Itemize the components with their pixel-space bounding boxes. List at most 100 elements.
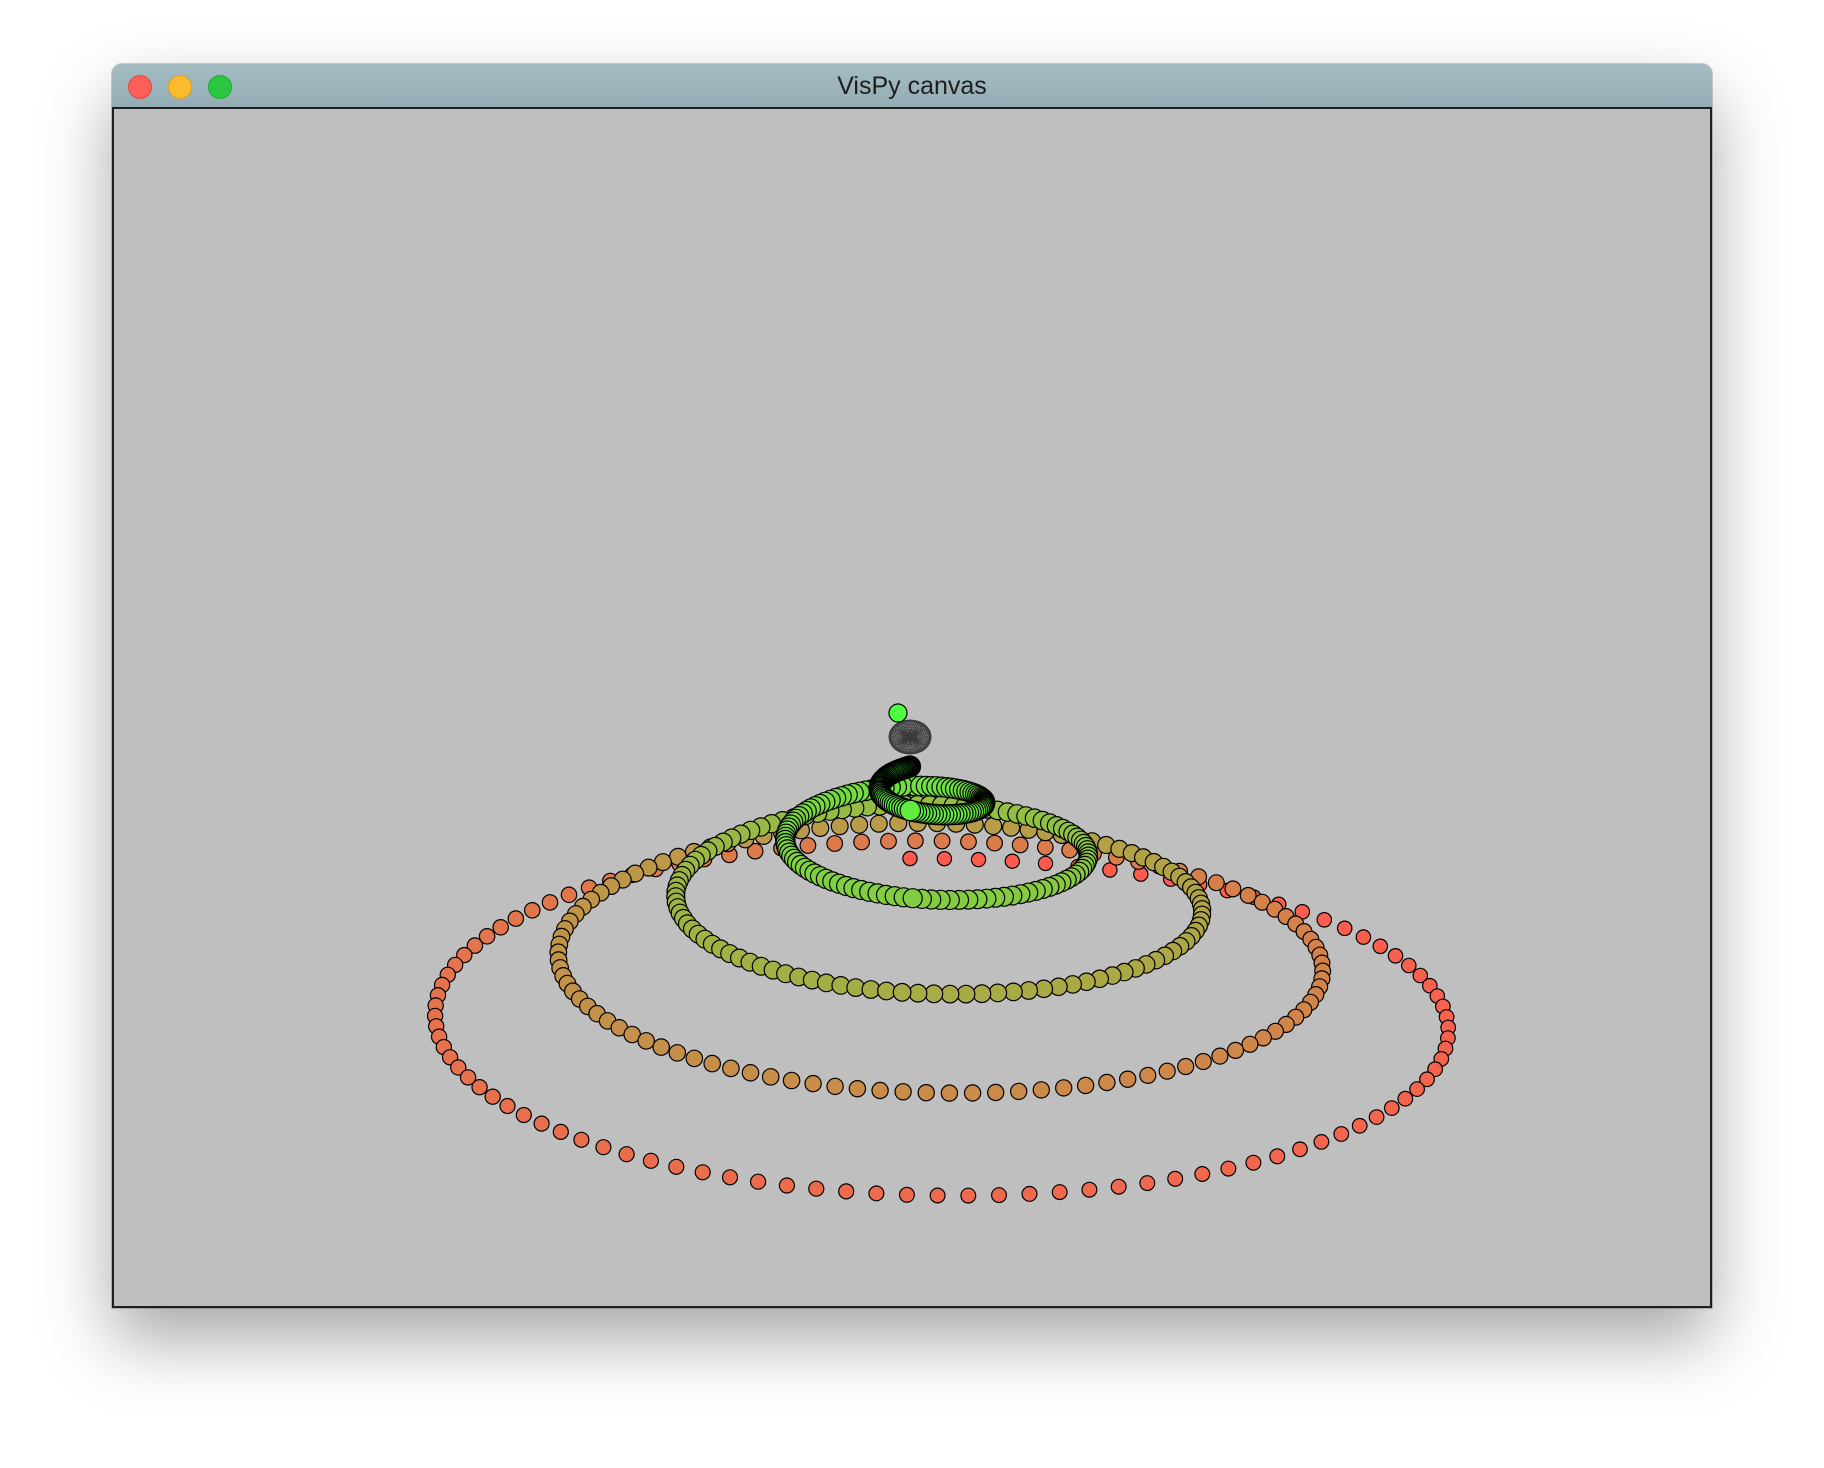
- helix-marker: [830, 817, 849, 836]
- helix-marker: [853, 833, 870, 851]
- helix-marker: [595, 1139, 612, 1156]
- helix-marker: [869, 814, 888, 833]
- helix-marker: [1226, 1041, 1245, 1060]
- marker-scene: [426, 703, 1457, 1204]
- helix-marker: [892, 982, 912, 1002]
- helix-marker: [970, 851, 987, 868]
- helix-marker: [1224, 880, 1242, 898]
- helix-marker: [1220, 1160, 1237, 1177]
- helix-marker: [1397, 1090, 1414, 1107]
- helix-marker: [1004, 982, 1023, 1002]
- helix-marker: [573, 1131, 590, 1148]
- helix-marker: [1313, 1133, 1330, 1150]
- helix-marker: [1177, 1057, 1195, 1076]
- helix-marker: [1139, 1066, 1157, 1085]
- helix-marker: [902, 888, 923, 909]
- helix-marker: [1401, 957, 1417, 974]
- helix-marker: [838, 1183, 855, 1200]
- helix-marker: [907, 832, 924, 850]
- helix-marker: [668, 1158, 685, 1175]
- helix-marker: [940, 1084, 959, 1102]
- helix-marker: [871, 1081, 889, 1100]
- helix-marker: [861, 980, 881, 999]
- helix-marker: [917, 1084, 935, 1102]
- helix-marker: [988, 983, 1008, 1003]
- helix-marker: [1409, 1081, 1425, 1097]
- helix-marker: [1241, 1035, 1259, 1053]
- helix-marker: [1110, 1178, 1127, 1195]
- helix-marker: [1011, 836, 1029, 854]
- helix-marker: [484, 1088, 501, 1105]
- helix-marker: [1119, 1070, 1137, 1088]
- helix-marker: [1211, 1047, 1229, 1065]
- helix-marker: [986, 834, 1003, 852]
- helix-marker: [908, 983, 928, 1003]
- helix-marker: [778, 1177, 796, 1194]
- helix-marker: [1076, 1076, 1095, 1095]
- helix-marker: [1167, 1170, 1184, 1187]
- helix-marker: [808, 1180, 825, 1197]
- helix-marker: [804, 1074, 822, 1093]
- helix-marker: [1139, 1175, 1156, 1192]
- helix-marker: [1351, 1117, 1368, 1134]
- helix-marker: [1051, 1184, 1068, 1201]
- apex-marker: [888, 703, 908, 723]
- helix-marker: [868, 1185, 885, 1202]
- helix-marker: [960, 1187, 977, 1204]
- helix-marker: [1355, 929, 1372, 945]
- helix-marker: [929, 1187, 946, 1204]
- helix-marker: [1081, 1181, 1098, 1198]
- helix-marker: [1055, 1079, 1073, 1097]
- helix-marker: [1037, 855, 1054, 872]
- helix-marker: [523, 901, 541, 919]
- helix-marker: [492, 918, 509, 936]
- helix-marker: [924, 984, 944, 1004]
- helix-marker: [933, 832, 951, 850]
- helix-marker: [668, 1044, 687, 1062]
- helix-marker: [1207, 874, 1225, 892]
- app-window: VisPy canvas: [112, 64, 1712, 1308]
- helix-marker: [940, 984, 960, 1004]
- helix-marker: [956, 984, 976, 1004]
- vispy-canvas[interactable]: [112, 109, 1712, 1308]
- helix-marker: [507, 910, 525, 927]
- helix-marker: [960, 833, 977, 851]
- helix-marker: [826, 1077, 844, 1096]
- title-bar[interactable]: VisPy canvas: [112, 64, 1712, 109]
- helix-marker: [1333, 1126, 1350, 1142]
- helix-marker: [637, 1032, 655, 1050]
- helix-marker: [850, 815, 869, 834]
- helix-marker: [1387, 947, 1404, 964]
- helix-marker: [972, 984, 992, 1004]
- helix-marker: [848, 1080, 867, 1098]
- helix-marker: [499, 1097, 516, 1115]
- helix-marker: [1032, 1081, 1051, 1099]
- helix-marker: [1158, 1062, 1176, 1080]
- helix-marker: [703, 1054, 721, 1073]
- helix-marker: [1004, 853, 1021, 869]
- helix-marker: [936, 851, 953, 867]
- helix-marker: [694, 1164, 711, 1181]
- helix-marker: [894, 1083, 912, 1101]
- helix-marker: [1239, 886, 1257, 904]
- helix-marker: [963, 1084, 982, 1102]
- helix-marker: [560, 886, 578, 904]
- helix-marker: [642, 1152, 660, 1169]
- helix-marker: [987, 1083, 1005, 1102]
- helix-marker: [1292, 1141, 1308, 1158]
- helix-marker: [652, 1038, 670, 1056]
- helix-marker: [749, 1173, 767, 1190]
- helix-marker: [1269, 1148, 1286, 1165]
- window-title: VisPy canvas: [837, 72, 987, 100]
- helix-marker: [1021, 1185, 1038, 1202]
- helix-marker: [1194, 1165, 1211, 1182]
- helix-marker: [1010, 1082, 1028, 1101]
- helix-marker: [722, 1059, 740, 1078]
- helix-marker: [685, 1049, 704, 1068]
- helix-marker: [1368, 1109, 1385, 1125]
- helix-marker: [799, 837, 817, 854]
- helix-marker: [1036, 838, 1054, 856]
- helix-marker: [1194, 1052, 1212, 1071]
- helix-marker: [880, 832, 897, 850]
- helix-marker: [741, 1063, 760, 1082]
